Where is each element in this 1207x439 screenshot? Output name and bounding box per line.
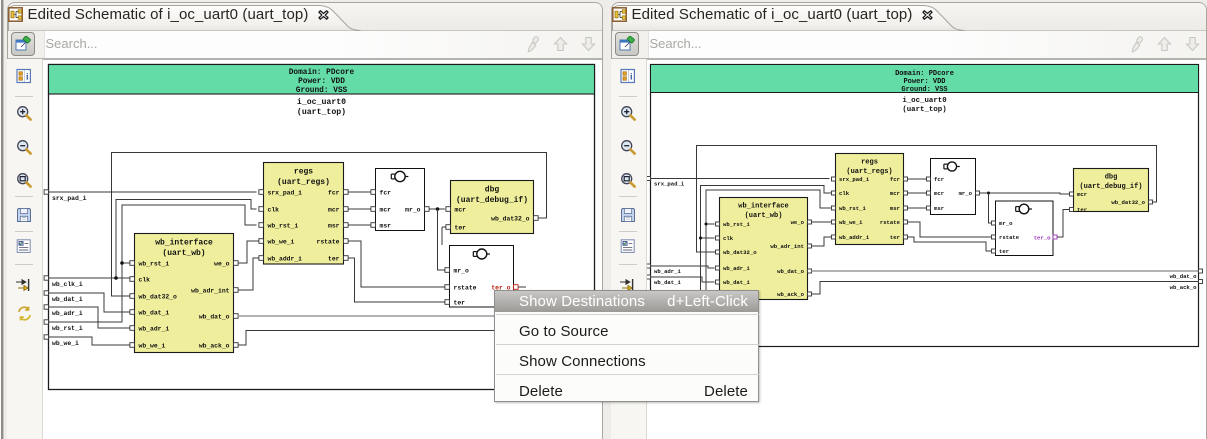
svg-text:wb_dat_i: wb_dat_i xyxy=(52,296,83,303)
svg-text:mr_o: mr_o xyxy=(999,220,1013,227)
svg-text:wb_adr_i: wb_adr_i xyxy=(139,325,170,332)
svg-text:(uart_debug_if): (uart_debug_if) xyxy=(456,196,528,205)
svg-text:(uart_debug_if): (uart_debug_if) xyxy=(1079,183,1142,191)
svg-text:rstate: rstate xyxy=(880,219,901,226)
svg-text:wb_dat_o: wb_dat_o xyxy=(1170,273,1197,280)
svg-text:wb_dat32_o: wb_dat32_o xyxy=(491,215,530,222)
svg-text:mcr: mcr xyxy=(380,206,392,213)
svg-text:wb_addr_i: wb_addr_i xyxy=(268,255,303,262)
svg-text:wb_interface: wb_interface xyxy=(155,239,213,248)
svg-text:(uart_regs): (uart_regs) xyxy=(846,168,892,176)
svg-text:msr: msr xyxy=(934,205,944,212)
svg-text:ter_o: ter_o xyxy=(1034,234,1051,241)
svg-text:wb_adr_i: wb_adr_i xyxy=(723,265,750,272)
svg-text:wb_dat_o: wb_dat_o xyxy=(777,268,804,275)
svg-text:we_o: we_o xyxy=(791,219,805,226)
svg-text:rstate: rstate xyxy=(454,284,477,291)
svg-text:wb_interface: wb_interface xyxy=(738,203,788,211)
svg-text:Domain: PDcore: Domain: PDcore xyxy=(289,69,355,77)
svg-text:mcr: mcr xyxy=(934,190,944,197)
svg-text:mcr: mcr xyxy=(328,206,340,213)
svg-text:wb_adr_int: wb_adr_int xyxy=(191,287,230,294)
svg-text:wb_clk_i: wb_clk_i xyxy=(52,281,83,288)
svg-text:wb_ack_o: wb_ack_o xyxy=(199,342,230,349)
svg-text:wb_rst_i: wb_rst_i xyxy=(52,325,83,332)
svg-text:ter: ter xyxy=(890,234,900,241)
svg-text:msr: msr xyxy=(328,222,340,229)
svg-text:regs: regs xyxy=(861,159,878,167)
svg-text:Power: VDD: Power: VDD xyxy=(298,78,345,86)
svg-text:wb_adr_int: wb_adr_int xyxy=(770,243,804,250)
svg-text:msr: msr xyxy=(380,222,392,229)
svg-text:srx_pad_i: srx_pad_i xyxy=(839,176,870,183)
svg-text:rstate: rstate xyxy=(999,234,1020,241)
svg-text:wb_we_i: wb_we_i xyxy=(268,238,295,245)
svg-text:wb_rst_i: wb_rst_i xyxy=(139,260,170,267)
svg-text:wb_we_i: wb_we_i xyxy=(139,342,166,349)
svg-text:(uart_regs): (uart_regs) xyxy=(277,178,330,187)
svg-text:(uart_top): (uart_top) xyxy=(902,106,946,114)
svg-text:Ground: VSS: Ground: VSS xyxy=(296,87,348,95)
svg-text:dbg: dbg xyxy=(1105,174,1118,182)
svg-text:regs: regs xyxy=(294,168,313,177)
svg-text:ter: ter xyxy=(455,224,467,231)
svg-text:wb_rst_i: wb_rst_i xyxy=(268,222,299,229)
svg-text:clk: clk xyxy=(839,190,850,197)
svg-text:(uart_top): (uart_top) xyxy=(297,107,346,117)
svg-text:msr: msr xyxy=(890,205,900,212)
svg-text:wb_addr_i: wb_addr_i xyxy=(839,234,870,241)
svg-text:rstate: rstate xyxy=(316,238,339,245)
svg-text:srx_pad_i: srx_pad_i xyxy=(654,181,685,188)
svg-text:ter: ter xyxy=(328,255,340,262)
svg-text:wb_dat_i: wb_dat_i xyxy=(654,279,681,286)
svg-text:(uart_wb): (uart_wb) xyxy=(162,249,205,258)
svg-text:we_o: we_o xyxy=(214,260,230,267)
svg-text:clk: clk xyxy=(723,235,734,242)
svg-text:clk: clk xyxy=(139,276,151,283)
svg-text:ter: ter xyxy=(999,248,1009,255)
svg-text:ter: ter xyxy=(454,299,466,306)
svg-text:mcr: mcr xyxy=(455,206,467,213)
svg-text:wb_adr_i: wb_adr_i xyxy=(52,310,83,317)
svg-text:ter: ter xyxy=(1077,207,1087,214)
svg-text:mr_o: mr_o xyxy=(959,190,973,197)
svg-text:i_oc_uart0: i_oc_uart0 xyxy=(297,97,346,107)
svg-text:fcr: fcr xyxy=(328,189,340,196)
svg-text:srx_pad_i: srx_pad_i xyxy=(52,195,87,202)
svg-text:mr_o: mr_o xyxy=(405,206,421,213)
svg-text:wb_dat32_o: wb_dat32_o xyxy=(139,293,178,300)
svg-text:srx_pad_i: srx_pad_i xyxy=(268,189,303,196)
svg-text:wb_ack_o: wb_ack_o xyxy=(1170,284,1197,291)
svg-text:wb_dat_i: wb_dat_i xyxy=(139,309,170,316)
svg-text:wb_rst_i: wb_rst_i xyxy=(839,205,866,212)
svg-text:wb_dat_i: wb_dat_i xyxy=(723,279,750,286)
svg-text:mcr: mcr xyxy=(1077,191,1087,198)
svg-text:Ground: VSS: Ground: VSS xyxy=(901,86,947,94)
svg-text:mcr: mcr xyxy=(890,190,900,197)
svg-text:wb_we_i: wb_we_i xyxy=(52,340,79,347)
svg-text:fcr: fcr xyxy=(934,176,944,183)
svg-text:(uart_wb): (uart_wb) xyxy=(745,212,783,220)
svg-text:Domain: PDcore: Domain: PDcore xyxy=(895,70,954,78)
svg-text:clk: clk xyxy=(268,206,280,213)
svg-text:fcr: fcr xyxy=(380,189,392,196)
svg-text:wb_adr_i: wb_adr_i xyxy=(654,268,681,275)
svg-text:wb_rst_i: wb_rst_i xyxy=(723,221,750,228)
svg-text:wb_we_i: wb_we_i xyxy=(839,219,863,226)
svg-text:wb_ack_o: wb_ack_o xyxy=(777,291,804,298)
svg-text:dbg: dbg xyxy=(485,186,500,195)
svg-text:i_oc_uart0: i_oc_uart0 xyxy=(902,97,947,105)
svg-text:mr_o: mr_o xyxy=(454,267,470,274)
svg-text:fcr: fcr xyxy=(890,176,900,183)
svg-text:wb_dat32_o: wb_dat32_o xyxy=(723,249,757,256)
svg-text:wb_dat32_o: wb_dat32_o xyxy=(1111,199,1145,206)
svg-text:Power: VDD: Power: VDD xyxy=(903,78,945,86)
svg-text:wb_dat_o: wb_dat_o xyxy=(199,313,230,320)
